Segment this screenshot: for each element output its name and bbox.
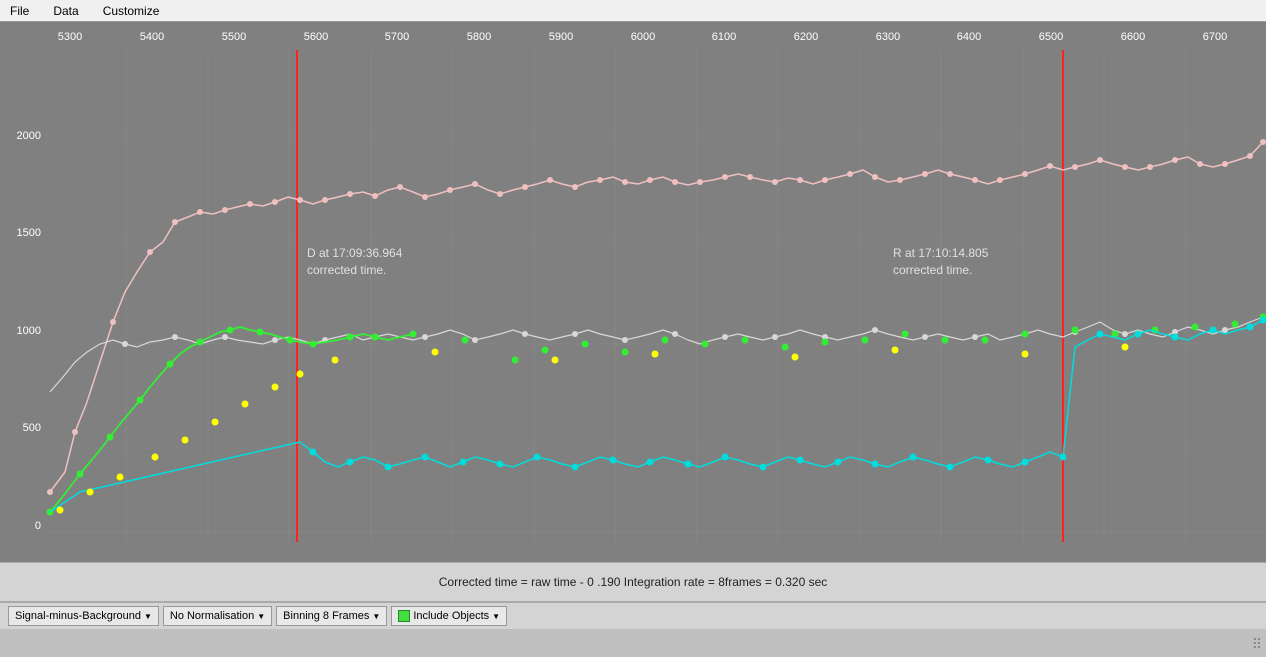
binning-label: Binning 8 Frames bbox=[283, 610, 369, 622]
y-label-2000: 2000 bbox=[0, 130, 45, 142]
svg-text:5500: 5500 bbox=[222, 31, 246, 43]
svg-text:corrected time.: corrected time. bbox=[307, 263, 386, 277]
y-label-1000: 1000 bbox=[0, 325, 45, 337]
x-axis: 5300 5400 5500 5600 5700 5800 5900 6000 … bbox=[0, 22, 1266, 50]
y-axis: 2500 2000 1500 1000 500 0 bbox=[0, 22, 45, 542]
y-label-500: 500 bbox=[0, 422, 45, 434]
svg-text:6300: 6300 bbox=[876, 31, 900, 43]
signal-minus-bg-button[interactable]: Signal-minus-Background ▼ bbox=[8, 606, 159, 626]
include-objects-arrow: ▼ bbox=[492, 612, 500, 621]
y-label-0: 0 bbox=[0, 520, 45, 532]
svg-text:5400: 5400 bbox=[140, 31, 164, 43]
bottom-toolbar: Signal-minus-Background ▼ No Normalisati… bbox=[0, 602, 1266, 629]
svg-text:6100: 6100 bbox=[712, 31, 736, 43]
footer-text: Corrected time = raw time - 0 .190 Integ… bbox=[439, 575, 828, 589]
include-objects-button[interactable]: Include Objects ▼ bbox=[391, 606, 507, 626]
y-label-1500: 1500 bbox=[0, 227, 45, 239]
chart-container: + − 2500 2000 1500 1000 500 0 bbox=[0, 22, 1266, 562]
no-normalisation-arrow: ▼ bbox=[257, 612, 265, 621]
svg-text:R at 17:10:14.805: R at 17:10:14.805 bbox=[893, 246, 989, 260]
menu-data[interactable]: Data bbox=[47, 2, 84, 20]
signal-minus-bg-arrow: ▼ bbox=[144, 612, 152, 621]
svg-text:5600: 5600 bbox=[304, 31, 328, 43]
binning-arrow: ▼ bbox=[372, 612, 380, 621]
svg-text:5700: 5700 bbox=[385, 31, 409, 43]
svg-text:6700: 6700 bbox=[1203, 31, 1227, 43]
svg-text:5300: 5300 bbox=[58, 31, 82, 43]
svg-text:6400: 6400 bbox=[957, 31, 981, 43]
svg-text:6200: 6200 bbox=[794, 31, 818, 43]
svg-text:5900: 5900 bbox=[549, 31, 573, 43]
svg-text:D at 17:09:36.964: D at 17:09:36.964 bbox=[307, 246, 403, 260]
include-objects-icon bbox=[398, 610, 410, 622]
svg-text:6500: 6500 bbox=[1039, 31, 1063, 43]
no-normalisation-button[interactable]: No Normalisation ▼ bbox=[163, 606, 272, 626]
svg-text:5800: 5800 bbox=[467, 31, 491, 43]
svg-text:6000: 6000 bbox=[631, 31, 655, 43]
svg-text:corrected time.: corrected time. bbox=[893, 263, 972, 277]
signal-minus-bg-label: Signal-minus-Background bbox=[15, 610, 141, 622]
menu-file[interactable]: File bbox=[4, 2, 35, 20]
binning-button[interactable]: Binning 8 Frames ▼ bbox=[276, 606, 387, 626]
menu-customize[interactable]: Customize bbox=[97, 2, 166, 20]
no-normalisation-label: No Normalisation bbox=[170, 610, 254, 622]
include-objects-label: Include Objects bbox=[413, 610, 489, 622]
resize-handle: ⠿ bbox=[1252, 636, 1262, 653]
footer-info: Corrected time = raw time - 0 .190 Integ… bbox=[0, 562, 1266, 602]
chart-svg: D at 17:09:36.964 corrected time. R at 1… bbox=[45, 22, 1266, 542]
svg-text:6600: 6600 bbox=[1121, 31, 1145, 43]
menubar: File Data Customize bbox=[0, 0, 1266, 22]
